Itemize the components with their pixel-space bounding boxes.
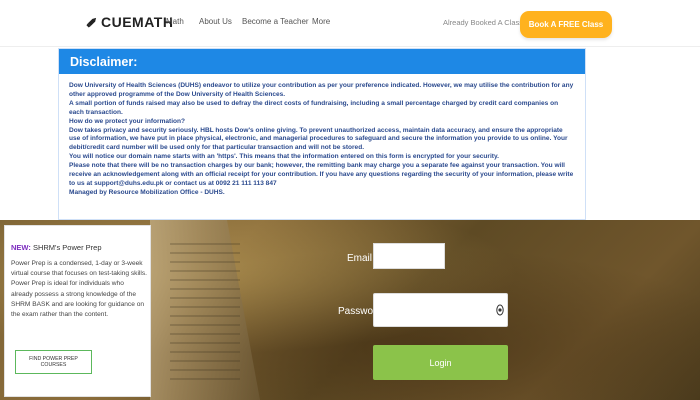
- ad-title-text: SHRM's Power Prep: [30, 243, 102, 252]
- brand-name: CUEMATH: [101, 14, 174, 30]
- rocket-icon: [86, 17, 97, 28]
- email-field[interactable]: [373, 243, 445, 269]
- disclaimer-paragraph: Dow takes privacy and security seriously…: [69, 126, 568, 152]
- new-tag: NEW:: [11, 243, 31, 252]
- eye-icon[interactable]: [495, 303, 505, 316]
- email-label: Email: [347, 253, 373, 264]
- disclaimer-paragraph: Please note that there will be no transa…: [69, 162, 574, 187]
- disclaimer-paragraph: Dow University of Health Sciences (DUHS)…: [69, 82, 574, 98]
- nav-link-math[interactable]: Math: [166, 17, 184, 26]
- nav-link-become-teacher[interactable]: Become a Teacher: [242, 17, 309, 26]
- login-button[interactable]: Login: [373, 345, 508, 380]
- find-power-prep-button[interactable]: FIND POWER PREP COURSES: [15, 350, 92, 374]
- brand-logo[interactable]: CUEMATH: [86, 14, 173, 30]
- top-navigation: CUEMATH Math About Us Become a Teacher M…: [0, 0, 700, 47]
- ad-body: Power Prep is a condensed, 1-day or 3-we…: [11, 260, 147, 319]
- disclaimer-paragraph: You will notice our domain name starts w…: [69, 153, 499, 161]
- keyboard-image: [170, 240, 240, 380]
- password-field[interactable]: [373, 293, 508, 327]
- nav-link-more[interactable]: More: [312, 17, 330, 26]
- disclaimer-heading: How do we protect your information?: [69, 117, 186, 125]
- nav-link-about-us[interactable]: About Us: [199, 17, 232, 26]
- disclaimer-footer: Managed by Resource Mobilization Office …: [69, 188, 225, 196]
- disclaimer-paragraph: A small portion of funds raised may also…: [69, 99, 559, 116]
- already-booked-link[interactable]: Already Booked A Class?: [443, 18, 527, 27]
- disclaimer-title: Disclaimer:: [59, 49, 585, 74]
- disclaimer-body: Dow University of Health Sciences (DUHS)…: [59, 74, 585, 198]
- ad-card: NEW: SHRM's Power Prep Power Prep is a c…: [4, 225, 151, 397]
- disclaimer-panel: Disclaimer: Dow University of Health Sci…: [58, 48, 586, 220]
- book-free-class-button[interactable]: Book A FREE Class: [520, 11, 612, 38]
- ad-title: NEW: SHRM's Power Prep: [11, 243, 102, 252]
